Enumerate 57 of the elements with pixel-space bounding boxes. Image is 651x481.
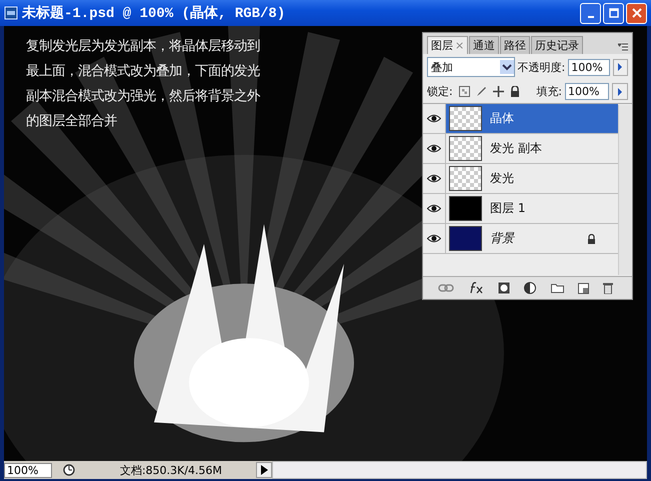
panel-tab[interactable]: 图层 × xyxy=(427,36,468,54)
brush-icon[interactable] xyxy=(476,86,487,97)
layer-thumbnail xyxy=(449,166,482,191)
maximize-button[interactable] xyxy=(603,2,624,24)
lock-transparency-icon[interactable] xyxy=(458,86,470,97)
horizontal-scrollbar[interactable] xyxy=(272,461,647,479)
status-icon[interactable] xyxy=(62,464,76,476)
eye-icon[interactable] xyxy=(427,144,441,153)
fill-slider-button[interactable] xyxy=(612,83,628,100)
document-size-text: 文档:850.3K/4.56M xyxy=(118,462,224,478)
lock-icon[interactable] xyxy=(510,86,520,97)
fill-label: 填充: xyxy=(536,84,562,99)
layer-thumbnail xyxy=(449,226,482,251)
tutorial-text: 复制发光层为发光副本，将晶体层移动到最上面，混合模式改为叠加，下面的发光副本混合模式改为强光，然后将背景之外的图层全部合并 xyxy=(26,38,262,131)
zoom-field[interactable]: 100% xyxy=(4,462,52,478)
eye-icon[interactable] xyxy=(427,114,441,123)
scrollbar[interactable] xyxy=(618,105,631,275)
menu-icon[interactable] xyxy=(618,43,628,51)
blend-mode-dropdown[interactable]: 叠加 xyxy=(427,57,515,77)
close-button[interactable] xyxy=(626,2,647,24)
close-icon xyxy=(632,8,642,18)
triangle-icon xyxy=(260,465,268,475)
layer-thumbnail xyxy=(449,136,482,161)
eye-icon[interactable] xyxy=(427,174,441,183)
window-title: 未标题-1.psd @ 100% (晶体, RGB/8) xyxy=(22,4,286,22)
layer-thumbnail xyxy=(449,196,482,221)
minimize-icon xyxy=(588,16,594,18)
opacity-label: 不透明度: xyxy=(518,60,566,74)
new-layer-icon[interactable] xyxy=(578,282,589,294)
panel-tab[interactable]: 通道 xyxy=(469,36,500,54)
layer-item[interactable]: 背景 xyxy=(446,224,618,253)
lock-label: 锁定: xyxy=(427,84,453,99)
opacity-field[interactable]: 100% xyxy=(568,58,610,76)
triangle-icon xyxy=(617,63,624,71)
minimize-button[interactable] xyxy=(580,2,601,24)
layer-item[interactable]: 发光 副本 xyxy=(446,134,618,163)
trash-icon[interactable] xyxy=(602,282,613,294)
eye-icon[interactable] xyxy=(427,234,441,243)
layer-item[interactable]: 图层 1 xyxy=(446,194,618,223)
layer-thumbnail xyxy=(449,106,482,131)
panel-tab[interactable]: 路径 xyxy=(500,36,530,54)
eye-icon[interactable] xyxy=(427,204,441,213)
layer-item[interactable]: 晶体 xyxy=(446,104,618,133)
move-icon[interactable] xyxy=(492,86,504,97)
effects-icon[interactable] xyxy=(468,282,484,294)
folder-icon[interactable] xyxy=(550,283,564,293)
mask-icon[interactable] xyxy=(498,282,510,294)
fill-field[interactable]: 100% xyxy=(565,83,609,100)
panel-tab[interactable]: 历史记录 xyxy=(531,36,584,54)
app-icon xyxy=(4,6,18,20)
link-icon[interactable] xyxy=(438,284,454,292)
triangle-icon xyxy=(617,88,623,96)
opacity-slider-button[interactable] xyxy=(612,58,628,76)
adjustment-icon[interactable] xyxy=(524,282,536,294)
status-menu-button[interactable] xyxy=(256,462,272,478)
maximize-icon xyxy=(608,8,618,18)
layer-item[interactable]: 发光 xyxy=(446,164,618,193)
